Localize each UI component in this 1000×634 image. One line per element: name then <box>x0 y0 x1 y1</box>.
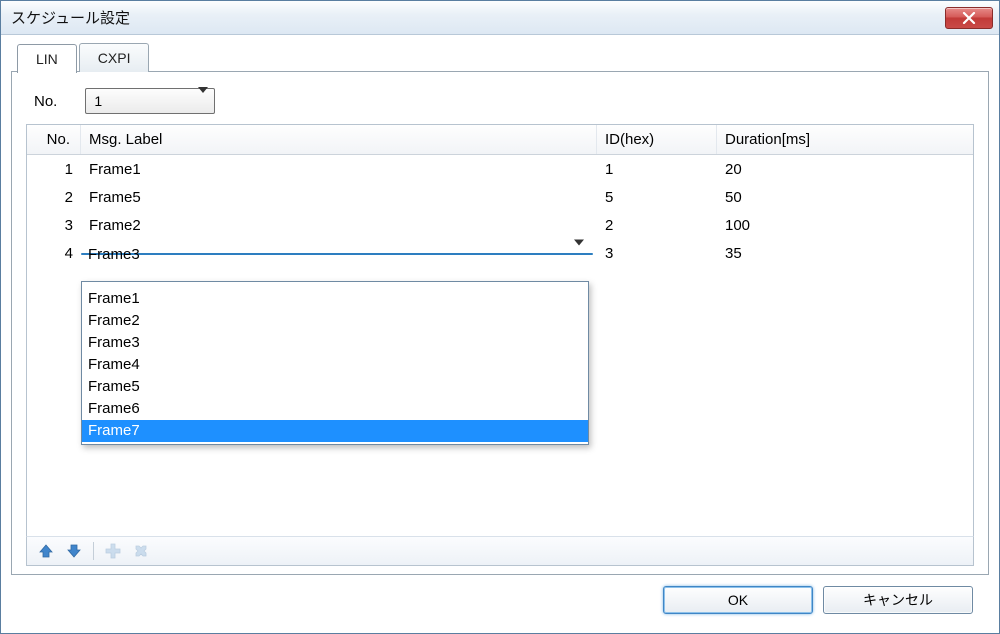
tab-cxpi[interactable]: CXPI <box>79 43 150 72</box>
cell-dur[interactable]: 100 <box>717 214 917 237</box>
cell-id[interactable]: 2 <box>597 214 717 237</box>
msglabel-combobox[interactable]: Frame3 <box>81 253 593 255</box>
no-label: No. <box>34 93 57 110</box>
table-row[interactable]: 3 Frame2 2 100 <box>27 211 973 239</box>
tab-cxpi-label: CXPI <box>98 50 131 66</box>
cancel-button[interactable]: キャンセル <box>823 586 973 614</box>
arrow-down-icon <box>66 543 82 559</box>
cell-no: 1 <box>27 158 81 181</box>
dropdown-option[interactable]: Frame5 <box>82 376 588 398</box>
col-header-idhex[interactable]: ID(hex) <box>597 125 717 154</box>
titlebar: スケジュール設定 <box>1 1 999 35</box>
table-row[interactable]: 4 Frame3 Frame1 Frame2 Frame3 Frame4 <box>27 239 973 267</box>
dropdown-option[interactable]: Frame6 <box>82 398 588 420</box>
schedule-settings-window: スケジュール設定 LIN CXPI No. 1 <box>0 0 1000 634</box>
plus-icon <box>105 543 121 559</box>
cell-no: 2 <box>27 186 81 209</box>
window-title: スケジュール設定 <box>11 7 945 28</box>
col-header-msglabel[interactable]: Msg. Label <box>81 125 597 154</box>
cell-dur[interactable]: 35 <box>717 242 917 265</box>
dropdown-option-highlighted[interactable]: Frame7 <box>82 420 588 442</box>
msglabel-dropdown[interactable]: Frame1 Frame2 Frame3 Frame4 Frame5 Frame… <box>81 281 589 445</box>
msglabel-combobox-value: Frame3 <box>88 246 140 263</box>
ok-button-label: OK <box>728 592 748 608</box>
tabstrip: LIN CXPI <box>17 43 989 72</box>
add-row-button[interactable] <box>102 540 124 562</box>
dialog-footer: OK キャンセル <box>11 575 989 625</box>
no-combobox[interactable]: 1 <box>85 88 215 114</box>
dropdown-option[interactable]: Frame3 <box>82 332 588 354</box>
cell-no: 3 <box>27 214 81 237</box>
col-header-no[interactable]: No. <box>27 125 81 154</box>
grid-body: 1 Frame1 1 20 2 Frame5 5 50 3 Frame2 <box>27 155 973 536</box>
schedule-grid: No. Msg. Label ID(hex) Duration[ms] 1 Fr… <box>26 124 974 536</box>
ok-button[interactable]: OK <box>663 586 813 614</box>
no-combobox-value: 1 <box>94 93 102 109</box>
cell-dur[interactable]: 50 <box>717 186 917 209</box>
chevron-down-icon <box>198 93 208 109</box>
chevron-down-icon <box>574 246 584 263</box>
cell-id[interactable]: 1 <box>597 158 717 181</box>
grid-header: No. Msg. Label ID(hex) Duration[ms] <box>27 125 973 155</box>
arrow-up-icon <box>38 543 54 559</box>
toolbar-separator <box>93 542 94 560</box>
cell-id[interactable]: 5 <box>597 186 717 209</box>
table-row[interactable]: 1 Frame1 1 20 <box>27 155 973 183</box>
delete-icon <box>133 543 149 559</box>
col-header-duration[interactable]: Duration[ms] <box>717 125 917 154</box>
cancel-button-label: キャンセル <box>863 590 933 610</box>
cell-msg[interactable]: Frame2 <box>81 214 597 237</box>
grid-toolbar <box>26 536 974 566</box>
dropdown-option[interactable]: Frame2 <box>82 310 588 332</box>
cell-no: 4 <box>27 242 81 265</box>
tab-lin[interactable]: LIN <box>17 44 77 73</box>
client-area: LIN CXPI No. 1 No. Msg. Label ID(hex) Du… <box>1 35 999 633</box>
close-button[interactable] <box>945 7 993 29</box>
tab-panel-lin: No. 1 No. Msg. Label ID(hex) Duration[ms… <box>11 71 989 575</box>
table-row[interactable]: 2 Frame5 5 50 <box>27 183 973 211</box>
delete-row-button[interactable] <box>130 540 152 562</box>
move-up-button[interactable] <box>35 540 57 562</box>
cell-id[interactable]: 3 <box>597 242 717 265</box>
dropdown-option[interactable]: Frame1 <box>82 288 588 310</box>
close-icon <box>962 12 976 24</box>
dropdown-option[interactable]: Frame4 <box>82 354 588 376</box>
move-down-button[interactable] <box>63 540 85 562</box>
cell-dur[interactable]: 20 <box>717 158 917 181</box>
tab-lin-label: LIN <box>36 51 58 67</box>
cell-msg[interactable]: Frame1 <box>81 158 597 181</box>
cell-msg[interactable]: Frame5 <box>81 186 597 209</box>
no-selector-row: No. 1 <box>34 88 974 114</box>
